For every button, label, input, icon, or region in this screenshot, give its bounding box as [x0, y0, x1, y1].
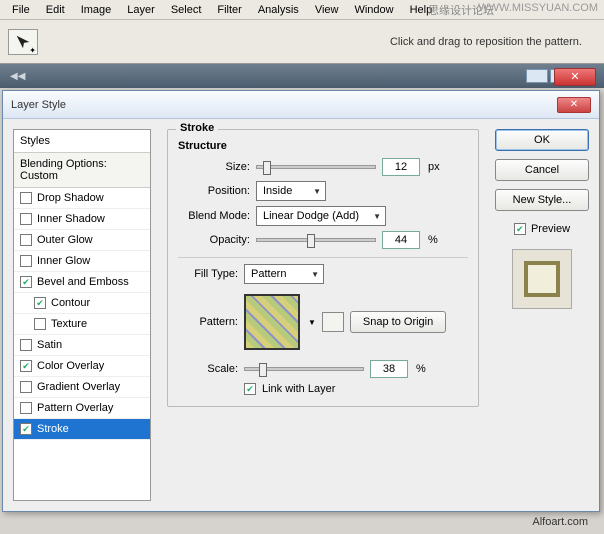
style-item-label: Drop Shadow: [37, 192, 104, 204]
checkbox[interactable]: [20, 255, 32, 267]
scale-input[interactable]: 38: [370, 360, 408, 378]
dialog-buttons: OK Cancel New Style... ✔ Preview: [495, 129, 589, 501]
styles-header[interactable]: Styles: [14, 130, 150, 153]
checkbox[interactable]: ✔: [20, 360, 32, 372]
layer-style-dialog: Layer Style ✕ Styles Blending Options: C…: [2, 90, 600, 512]
preview-swatch: [512, 249, 572, 309]
style-item-label: Bevel and Emboss: [37, 276, 129, 288]
style-item-outer-glow[interactable]: Outer Glow: [14, 230, 150, 251]
structure-subtitle: Structure: [178, 140, 468, 152]
style-item-label: Contour: [51, 297, 90, 309]
opacity-unit: %: [428, 234, 438, 246]
dialog-close-icon[interactable]: ✕: [557, 97, 591, 113]
preview-checkbox[interactable]: ✔: [514, 223, 526, 235]
dialog-title: Layer Style: [11, 99, 66, 111]
new-style-button[interactable]: New Style...: [495, 189, 589, 211]
style-item-label: Inner Glow: [37, 255, 90, 267]
menu-edit[interactable]: Edit: [38, 1, 73, 19]
size-input[interactable]: 12: [382, 158, 420, 176]
opacity-input[interactable]: 44: [382, 231, 420, 249]
checkbox[interactable]: [20, 213, 32, 225]
stroke-panel: Stroke Structure Size: 12 px Position: I…: [161, 129, 485, 501]
size-slider[interactable]: [256, 165, 376, 169]
link-label: Link with Layer: [262, 383, 335, 395]
watermark-url: WWW.MISSYUAN.COM: [478, 2, 598, 14]
opacity-label: Opacity:: [178, 234, 250, 246]
style-item-satin[interactable]: Satin: [14, 335, 150, 356]
style-item-gradient-overlay[interactable]: Gradient Overlay: [14, 377, 150, 398]
menu-select[interactable]: Select: [163, 1, 210, 19]
style-item-inner-glow[interactable]: Inner Glow: [14, 251, 150, 272]
filltype-select[interactable]: Pattern: [244, 264, 324, 284]
app-close-icon[interactable]: ✕: [554, 68, 596, 86]
style-item-drop-shadow[interactable]: Drop Shadow: [14, 188, 150, 209]
scale-slider[interactable]: [244, 367, 364, 371]
checkbox[interactable]: ✔: [20, 276, 32, 288]
style-item-label: Texture: [51, 318, 87, 330]
menu-analysis[interactable]: Analysis: [250, 1, 307, 19]
scale-unit: %: [416, 363, 426, 375]
menu-view[interactable]: View: [307, 1, 347, 19]
group-stroke-title: Stroke: [176, 122, 218, 134]
styles-list: Styles Blending Options: Custom Drop Sha…: [13, 129, 151, 501]
panel-collapse-icon[interactable]: ◀◀: [4, 71, 31, 82]
blending-options[interactable]: Blending Options: Custom: [14, 153, 150, 188]
style-item-stroke[interactable]: ✔ Stroke: [14, 419, 150, 440]
style-item-label: Outer Glow: [37, 234, 93, 246]
pattern-label: Pattern:: [178, 316, 238, 328]
checkbox[interactable]: [34, 318, 46, 330]
scale-label: Scale:: [178, 363, 238, 375]
style-item-contour[interactable]: ✔ Contour: [14, 293, 150, 314]
style-item-color-overlay[interactable]: ✔ Color Overlay: [14, 356, 150, 377]
document-strip: ◀◀: [0, 64, 604, 88]
style-item-label: Pattern Overlay: [37, 402, 113, 414]
style-item-label: Stroke: [37, 423, 69, 435]
min-button[interactable]: [526, 69, 548, 83]
style-item-label: Satin: [37, 339, 62, 351]
menu-layer[interactable]: Layer: [119, 1, 163, 19]
style-item-label: Color Overlay: [37, 360, 104, 372]
snap-to-origin-button[interactable]: Snap to Origin: [350, 311, 446, 333]
opacity-slider[interactable]: [256, 238, 376, 242]
new-preset-icon[interactable]: [322, 312, 344, 332]
menu-file[interactable]: File: [4, 1, 38, 19]
cancel-button[interactable]: Cancel: [495, 159, 589, 181]
filltype-label: Fill Type:: [178, 268, 238, 280]
move-tool-icon[interactable]: ✦: [8, 29, 38, 55]
blendmode-select[interactable]: Linear Dodge (Add): [256, 206, 386, 226]
menu-image[interactable]: Image: [73, 1, 120, 19]
options-hint: Click and drag to reposition the pattern…: [390, 36, 582, 48]
style-item-bevel-and-emboss[interactable]: ✔ Bevel and Emboss: [14, 272, 150, 293]
menu-window[interactable]: Window: [346, 1, 401, 19]
position-label: Position:: [178, 185, 250, 197]
blendmode-label: Blend Mode:: [178, 210, 250, 222]
checkbox[interactable]: ✔: [34, 297, 46, 309]
checkbox[interactable]: [20, 192, 32, 204]
style-item-label: Inner Shadow: [37, 213, 105, 225]
size-label: Size:: [178, 161, 250, 173]
link-checkbox[interactable]: ✔: [244, 383, 256, 395]
style-item-label: Gradient Overlay: [37, 381, 120, 393]
checkbox[interactable]: [20, 381, 32, 393]
menu-filter[interactable]: Filter: [209, 1, 249, 19]
size-unit: px: [428, 161, 440, 173]
ok-button[interactable]: OK: [495, 129, 589, 151]
preview-label: Preview: [531, 223, 570, 235]
position-select[interactable]: Inside: [256, 181, 326, 201]
checkbox[interactable]: [20, 402, 32, 414]
options-bar: ✦ Click and drag to reposition the patte…: [0, 20, 604, 64]
style-item-inner-shadow[interactable]: Inner Shadow: [14, 209, 150, 230]
checkbox[interactable]: ✔: [20, 423, 32, 435]
checkbox[interactable]: [20, 234, 32, 246]
style-item-texture[interactable]: Texture: [14, 314, 150, 335]
dialog-titlebar: Layer Style ✕: [3, 91, 599, 119]
checkbox[interactable]: [20, 339, 32, 351]
pattern-swatch[interactable]: [244, 294, 300, 350]
style-item-pattern-overlay[interactable]: Pattern Overlay: [14, 398, 150, 419]
credit-text: Alfoart.com: [532, 516, 588, 528]
